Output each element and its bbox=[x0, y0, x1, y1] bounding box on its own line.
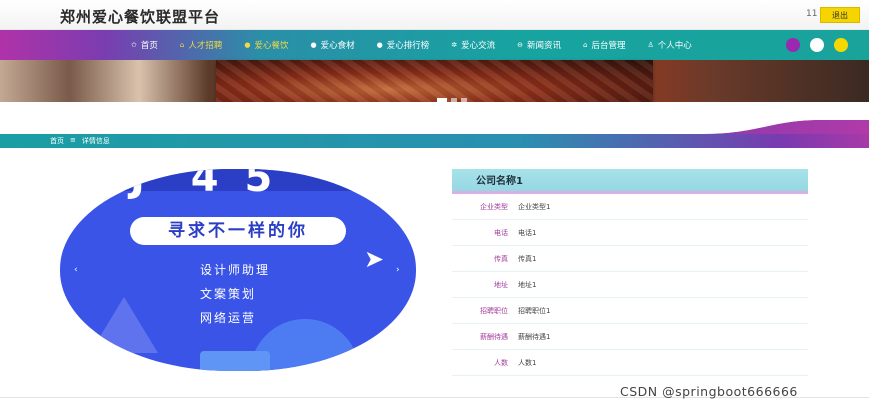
field-label: 招聘职位 bbox=[480, 306, 508, 315]
theme-yellow-button[interactable] bbox=[834, 38, 848, 52]
theme-purple-button[interactable] bbox=[786, 38, 800, 52]
nav-item-forum[interactable]: ✲ 爱心交流 bbox=[440, 39, 506, 51]
detail-row: 传真 传真1 bbox=[452, 246, 808, 272]
field-value: 电话1 bbox=[518, 228, 537, 237]
watermark: CSDN @springboot666666 bbox=[620, 384, 798, 399]
nav-item-jobs[interactable]: ⌂ 人才招聘 bbox=[169, 39, 233, 51]
nav-label: 爱心餐饮 bbox=[254, 41, 289, 51]
banner-dot-2[interactable] bbox=[451, 98, 457, 103]
nav-label: 个人中心 bbox=[657, 41, 692, 51]
main-nav: ✩ 首页 ⌂ 人才招聘 ● 爱心餐饮 ● 爱心食材 ● 爱心排行榜 ✲ 爱心交流 ⊖ 新闻资讯… bbox=[0, 30, 869, 60]
banner-dot-3[interactable] bbox=[461, 98, 467, 103]
job-item: 设计师助理 bbox=[200, 263, 271, 277]
company-detail-panel: 公司名称1 企业类型 企业类型1 电话 电话1 传真 传真1 地址 地址1 招聘职位 招聘… bbox=[452, 169, 808, 376]
nav-label: 爱心排行榜 bbox=[386, 41, 430, 51]
field-label: 地址 bbox=[494, 280, 508, 289]
detail-row: 招聘职位 招聘职位1 bbox=[452, 298, 808, 324]
nav-item-charity-dining[interactable]: ● 爱心餐饮 bbox=[233, 39, 299, 51]
field-label: 电话 bbox=[494, 228, 508, 237]
field-value: 薪酬待遇1 bbox=[518, 332, 551, 341]
site-title: 郑州爱心餐饮联盟平台 bbox=[60, 8, 221, 26]
job-item: 网络运营 bbox=[200, 311, 257, 325]
job-list: 设计师助理 文案策划 网络运营 bbox=[200, 261, 270, 326]
nav-item-ranking[interactable]: ● 爱心排行榜 bbox=[366, 39, 441, 51]
breadcrumb: 首页 ≡ 详情信息 bbox=[50, 136, 110, 146]
star-icon: ✩ bbox=[131, 41, 137, 49]
detail-row: 人数 人数1 bbox=[452, 350, 808, 376]
nav-item-news[interactable]: ⊖ 新闻资讯 bbox=[506, 39, 572, 51]
paper-plane-icon: ➤ bbox=[364, 245, 385, 273]
breadcrumb-bar: 首页 ≡ 详情信息 bbox=[0, 134, 869, 148]
briefcase-icon: ⌂ bbox=[179, 41, 185, 49]
carousel-next-button[interactable]: › bbox=[396, 265, 400, 275]
nav-label: 后台管理 bbox=[591, 41, 626, 51]
banner-pagination bbox=[437, 98, 467, 103]
triangle-decoration bbox=[90, 297, 158, 353]
dot-icon: ● bbox=[376, 41, 383, 49]
logout-button[interactable]: 退出 bbox=[820, 7, 860, 23]
nav-item-home[interactable]: ✩ 首页 bbox=[120, 39, 169, 51]
field-value: 人数1 bbox=[518, 358, 537, 367]
carousel-headline: 寻求不一样的你 bbox=[130, 217, 346, 245]
detail-row: 地址 地址1 bbox=[452, 272, 808, 298]
breadcrumb-current: 详情信息 bbox=[81, 137, 110, 145]
dot-icon: ● bbox=[310, 41, 317, 49]
nav-label: 首页 bbox=[140, 41, 158, 51]
field-label: 人数 bbox=[494, 358, 508, 367]
field-label: 传真 bbox=[494, 254, 508, 263]
job-item: 文案策划 bbox=[200, 287, 257, 301]
nav-item-charity-ingredients[interactable]: ● 爱心食材 bbox=[299, 39, 365, 51]
user-icon: ♙ bbox=[647, 41, 654, 49]
nav-item-admin[interactable]: ⌂ 后台管理 bbox=[572, 39, 636, 51]
gear-icon: ⊖ bbox=[517, 41, 523, 49]
theme-switcher bbox=[786, 38, 848, 52]
nav-label: 爱心交流 bbox=[461, 41, 496, 51]
detail-row: 电话 电话1 bbox=[452, 220, 808, 246]
field-value: 传真1 bbox=[518, 254, 537, 263]
nav-label: 新闻资讯 bbox=[527, 41, 562, 51]
detail-row: 企业类型 企业类型1 bbox=[452, 194, 808, 220]
gear-icon: ✲ bbox=[451, 41, 458, 49]
nav-label: 爱心食材 bbox=[320, 41, 355, 51]
field-value: 招聘职位1 bbox=[518, 306, 551, 315]
nav-item-profile[interactable]: ♙ 个人中心 bbox=[636, 39, 702, 51]
carousel-prev-button[interactable]: ‹ bbox=[74, 265, 78, 275]
nav-label: 人才招聘 bbox=[188, 41, 223, 51]
field-value: 企业类型1 bbox=[518, 202, 551, 211]
company-name: 公司名称1 bbox=[452, 169, 808, 194]
box-decoration bbox=[200, 351, 270, 371]
image-carousel[interactable]: J 4 5 寻求不一样的你 设计师助理 文案策划 网络运营 ➤ ‹ › bbox=[60, 169, 416, 371]
top-bar: 郑州爱心餐饮联盟平台 11 退出 bbox=[0, 0, 869, 30]
user-id: 11 bbox=[806, 9, 818, 19]
building-icon: ⌂ bbox=[583, 41, 588, 49]
dot-icon: ● bbox=[244, 41, 251, 49]
breadcrumb-separator: ≡ bbox=[70, 136, 76, 144]
graphic-numerals: J 4 5 bbox=[130, 169, 279, 201]
nav-list: ✩ 首页 ⌂ 人才招聘 ● 爱心餐饮 ● 爱心食材 ● 爱心排行榜 ✲ 爱心交流 ⊖ 新闻资讯… bbox=[120, 30, 703, 60]
breadcrumb-home[interactable]: 首页 bbox=[50, 136, 64, 146]
field-value: 地址1 bbox=[518, 280, 537, 289]
detail-row: 薪酬待遇 薪酬待遇1 bbox=[452, 324, 808, 350]
field-label: 企业类型 bbox=[480, 202, 508, 211]
field-label: 薪酬待遇 bbox=[480, 332, 508, 341]
theme-white-button[interactable] bbox=[810, 38, 824, 52]
banner-dot-1[interactable] bbox=[437, 98, 447, 103]
